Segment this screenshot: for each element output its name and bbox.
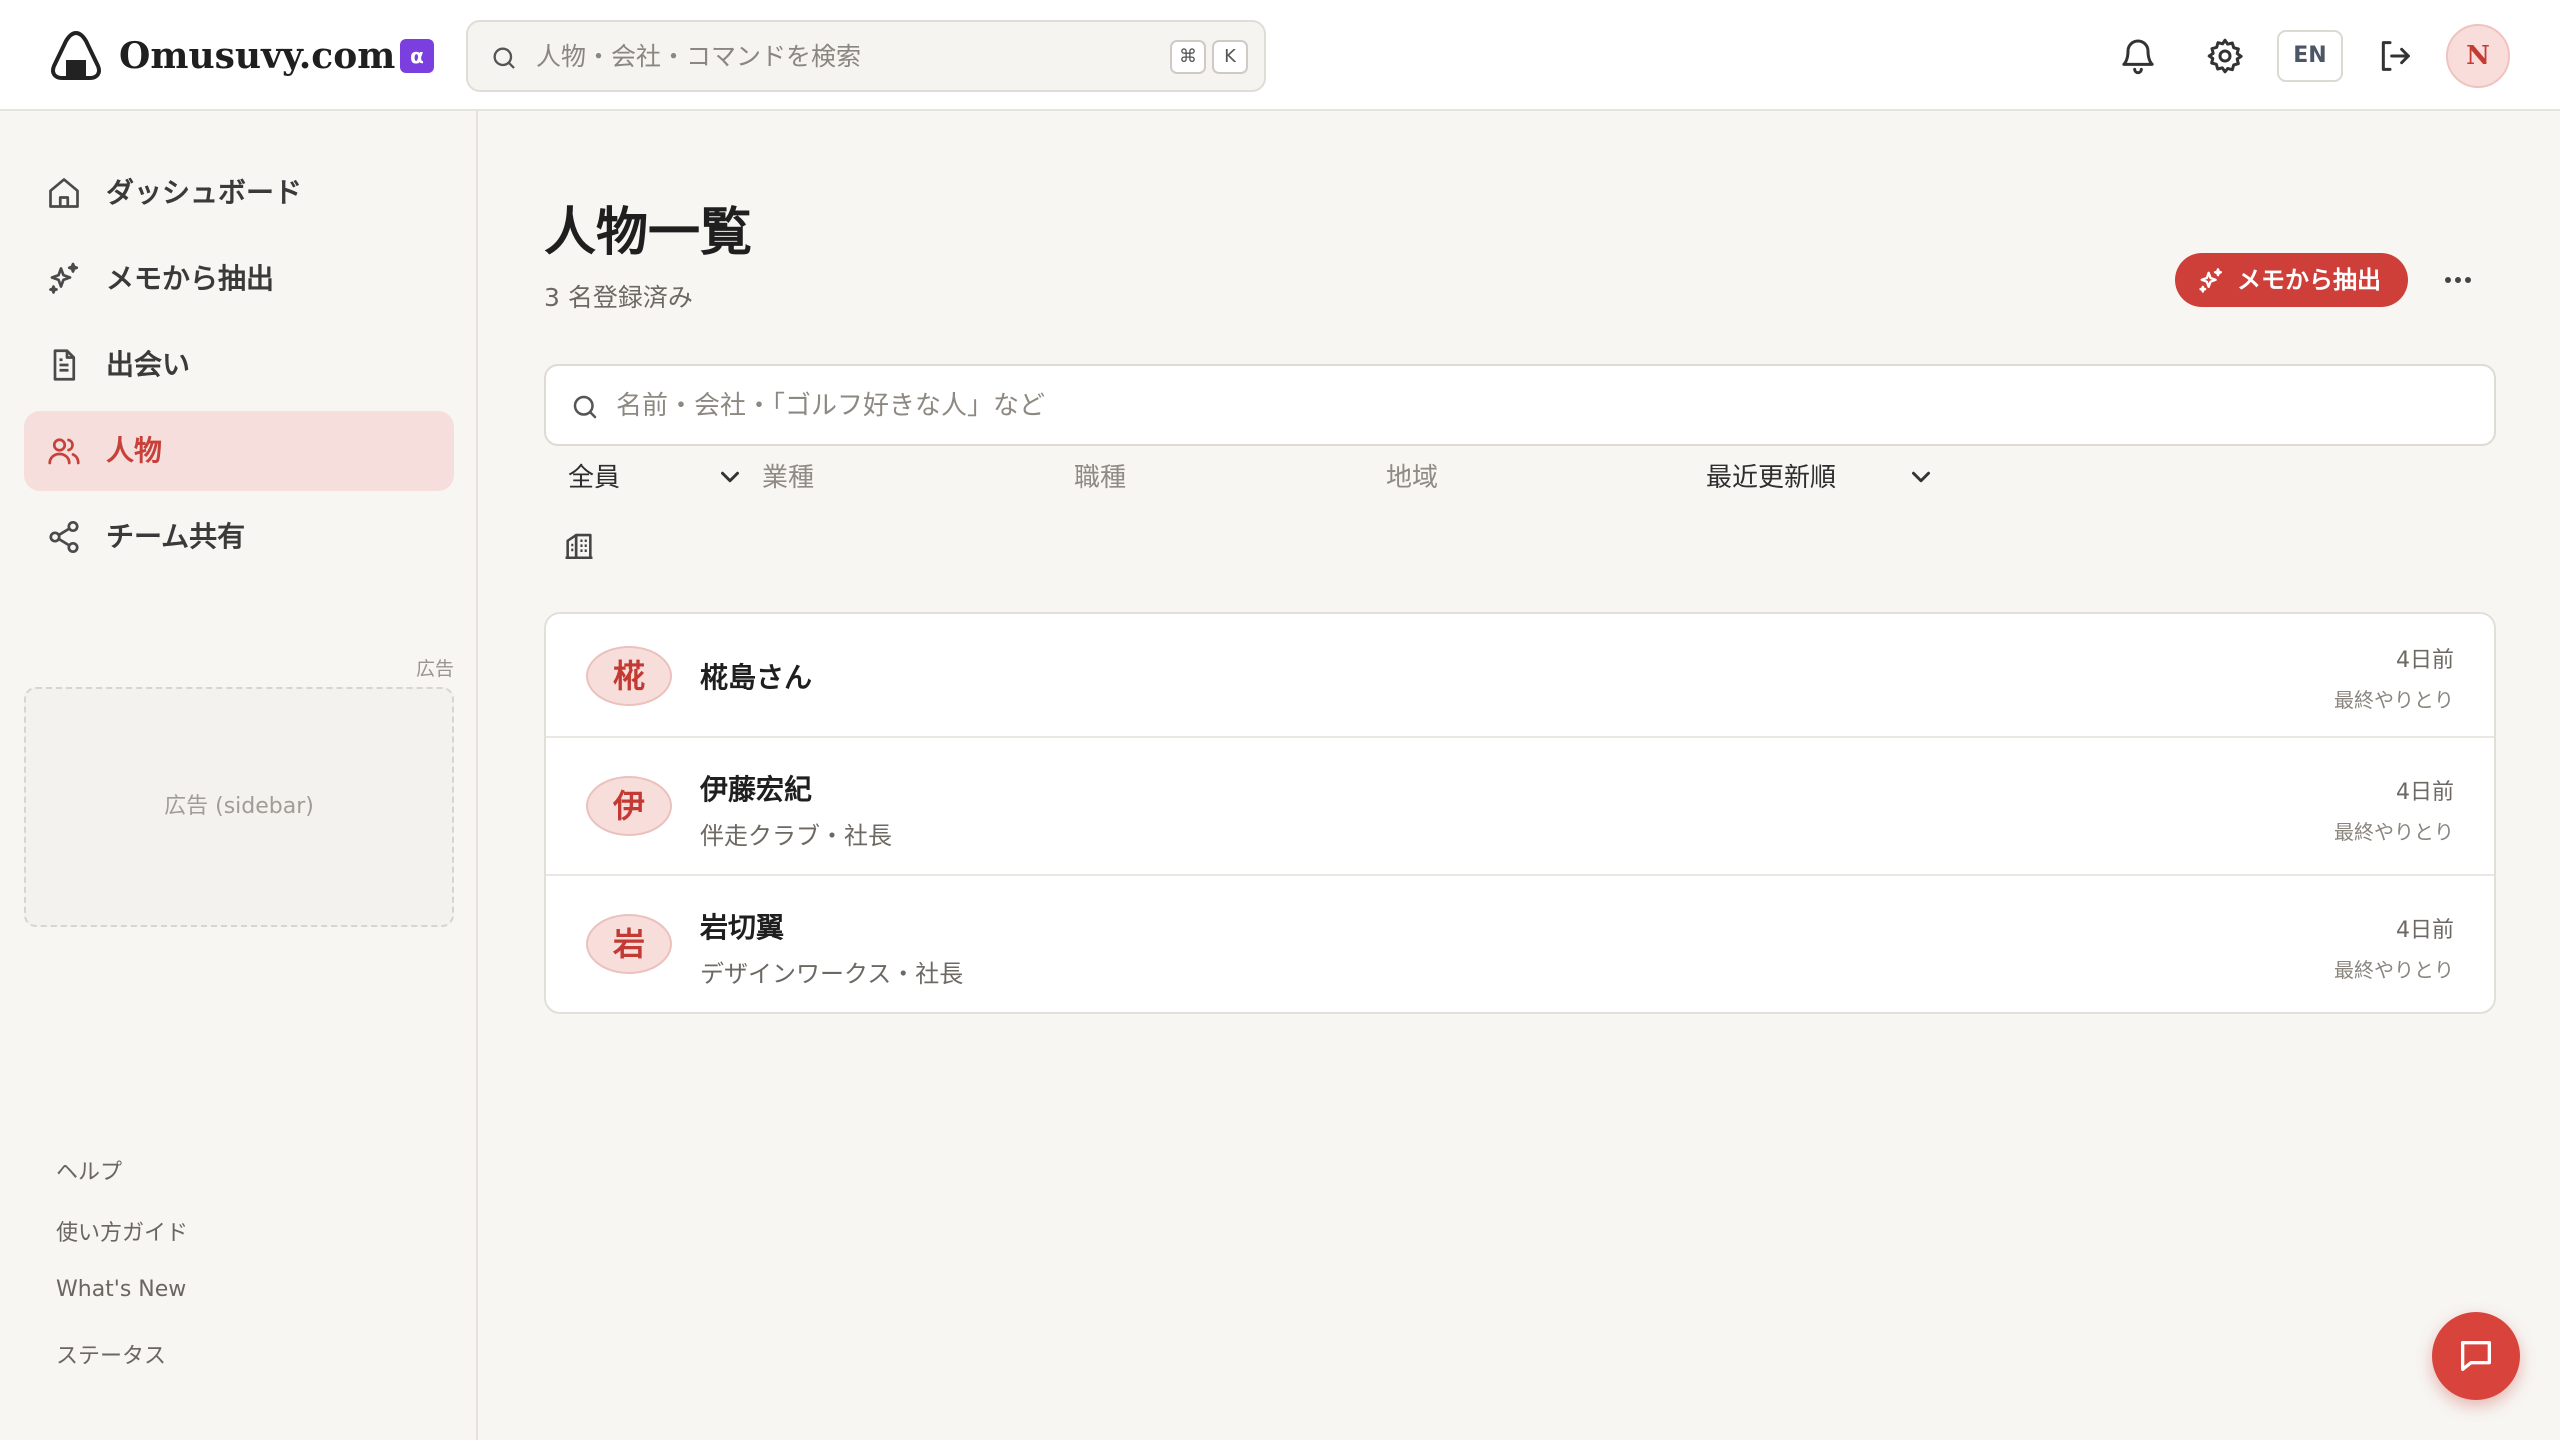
person-avatar: 岩 bbox=[586, 914, 672, 974]
share-icon bbox=[46, 519, 82, 555]
chevron-down-icon[interactable] bbox=[715, 462, 745, 492]
industry-filter[interactable]: 業種 bbox=[762, 456, 814, 500]
logout-icon[interactable] bbox=[2375, 36, 2415, 76]
sidebar-item-encounters[interactable]: 出会い bbox=[24, 325, 454, 405]
last-contact-label: 最終やりとり bbox=[2334, 688, 2454, 712]
building-icon[interactable] bbox=[562, 528, 596, 562]
search-icon bbox=[570, 392, 600, 422]
bell-icon[interactable] bbox=[2118, 36, 2158, 76]
user-avatar[interactable]: N bbox=[2446, 24, 2510, 88]
global-search[interactable]: ⌘ K bbox=[466, 20, 1266, 92]
language-toggle-button[interactable]: EN bbox=[2277, 30, 2343, 82]
chat-button[interactable] bbox=[2432, 1312, 2520, 1400]
sparkles-icon bbox=[46, 261, 82, 297]
registered-count: 3 名登録済み bbox=[544, 283, 693, 312]
ad-label: 広告 bbox=[415, 658, 454, 680]
person-name: 岩切翼 bbox=[700, 911, 785, 944]
sidebar-item-people[interactable]: 人物 bbox=[24, 411, 454, 491]
last-contact-time: 4日前 bbox=[2396, 648, 2454, 673]
people-search[interactable] bbox=[544, 364, 2496, 446]
sidebar-item-label: 人物 bbox=[106, 434, 163, 467]
onigiri-logo-icon[interactable] bbox=[48, 28, 104, 84]
person-company-role: 伴走クラブ・社長 bbox=[700, 822, 892, 850]
job-filter[interactable]: 職種 bbox=[1074, 456, 1126, 500]
document-icon bbox=[46, 347, 82, 383]
sparkles-icon bbox=[2197, 267, 2225, 295]
extract-button-label: メモから抽出 bbox=[2237, 266, 2381, 294]
gear-icon[interactable] bbox=[2205, 36, 2245, 76]
person-name: 伊藤宏紀 bbox=[700, 773, 813, 806]
person-name: 椛島さん bbox=[700, 661, 813, 694]
last-contact-time: 4日前 bbox=[2396, 918, 2454, 943]
more-options-icon[interactable] bbox=[2440, 262, 2476, 298]
chevron-down-icon[interactable] bbox=[1906, 462, 1936, 492]
chat-icon bbox=[2461, 1341, 2491, 1371]
sidebar-item-label: チーム共有 bbox=[106, 520, 246, 553]
alpha-badge: α bbox=[400, 39, 434, 73]
home-icon bbox=[46, 175, 82, 211]
person-company-role: デザインワークス・社長 bbox=[700, 960, 964, 988]
users-icon bbox=[46, 433, 82, 469]
person-row[interactable]: 伊 伊藤宏紀 伴走クラブ・社長 4日前 最終やりとり bbox=[546, 738, 2494, 876]
shortcut-key-k: K bbox=[1212, 40, 1248, 74]
guide-link[interactable]: 使い方ガイド bbox=[56, 1215, 188, 1247]
person-row[interactable]: 椛 椛島さん 4日前 最終やりとり bbox=[546, 614, 2494, 738]
extract-from-memo-button[interactable]: メモから抽出 bbox=[2175, 253, 2408, 307]
person-row[interactable]: 岩 岩切翼 デザインワークス・社長 4日前 最終やりとり bbox=[546, 876, 2494, 1012]
help-link[interactable]: ヘルプ bbox=[56, 1154, 122, 1186]
people-search-input[interactable] bbox=[616, 384, 2316, 428]
person-avatar: 伊 bbox=[586, 776, 672, 836]
sidebar-ad[interactable]: 広告 (sidebar) bbox=[24, 687, 454, 927]
last-contact-label: 最終やりとり bbox=[2334, 958, 2454, 982]
ad-placeholder-text: 広告 (sidebar) bbox=[164, 794, 314, 819]
sidebar-item-team-share[interactable]: チーム共有 bbox=[24, 497, 454, 577]
global-search-input[interactable] bbox=[536, 34, 1016, 78]
sidebar-item-dashboard[interactable]: ダッシュボード bbox=[24, 153, 454, 233]
region-filter[interactable]: 地域 bbox=[1386, 456, 1438, 500]
search-icon bbox=[490, 44, 518, 72]
people-list: 椛 椛島さん 4日前 最終やりとり 伊 伊藤宏紀 伴走クラブ・社長 4日前 最終… bbox=[544, 612, 2496, 1014]
sidebar: ダッシュボード メモから抽出 出会い 人物 チーム共有 広告 広告 (sideb… bbox=[0, 111, 478, 1440]
sort-select[interactable]: 最近更新順 bbox=[1706, 456, 1836, 500]
last-contact-label: 最終やりとり bbox=[2334, 820, 2454, 844]
sidebar-item-label: 出会い bbox=[106, 348, 191, 381]
top-header: Omusuvy.com α ⌘ K EN N bbox=[0, 0, 2560, 111]
status-link[interactable]: ステータス bbox=[56, 1338, 166, 1370]
app-name[interactable]: Omusuvy.com bbox=[119, 30, 395, 82]
sidebar-item-label: メモから抽出 bbox=[106, 262, 275, 295]
shortcut-key-cmd: ⌘ bbox=[1170, 40, 1206, 74]
person-avatar: 椛 bbox=[586, 646, 672, 706]
page-title: 人物一覧 bbox=[544, 202, 753, 263]
scope-select[interactable]: 全員 bbox=[568, 456, 620, 500]
sidebar-item-label: ダッシュボード bbox=[106, 176, 303, 209]
whats-new-link[interactable]: What's New bbox=[56, 1277, 186, 1302]
last-contact-time: 4日前 bbox=[2396, 780, 2454, 805]
sidebar-item-extract[interactable]: メモから抽出 bbox=[24, 239, 454, 319]
